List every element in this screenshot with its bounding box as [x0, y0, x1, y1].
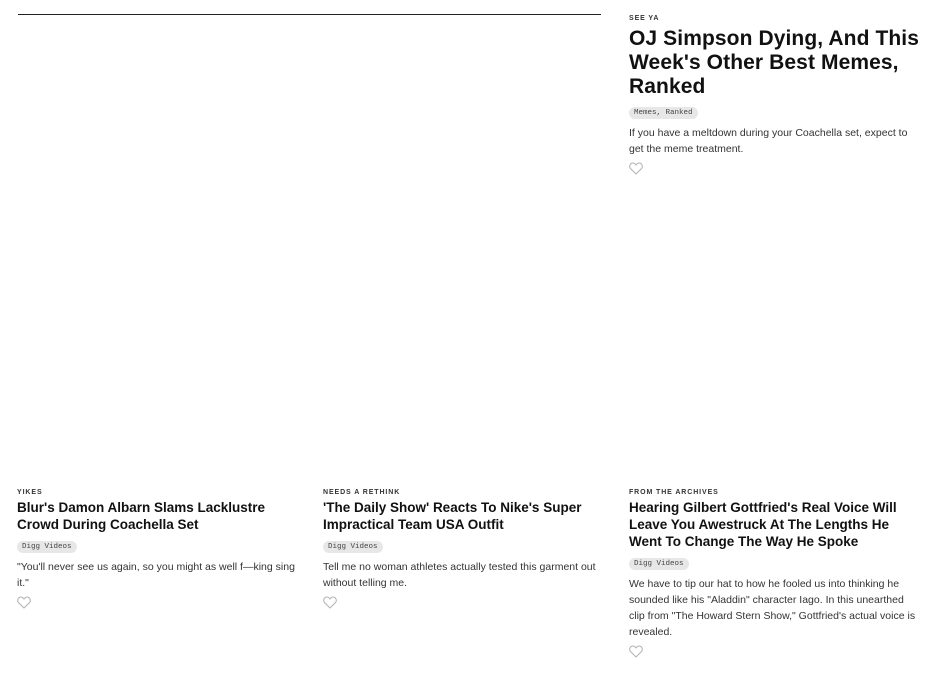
heart-outline-icon[interactable] [323, 596, 337, 609]
story-description: If you have a meltdown during your Coach… [629, 127, 908, 155]
story-description: We have to tip our hat to how he fooled … [629, 578, 916, 638]
heart-outline-icon[interactable] [17, 596, 31, 609]
story-card: NEEDS A RETHINK 'The Daily Show' Reacts … [323, 488, 608, 609]
story-description: "You'll never see us again, so you might… [17, 561, 295, 589]
story-headline-link[interactable]: Blur's Damon Albarn Slams Lacklustre Cro… [17, 499, 297, 533]
story-headline-link[interactable]: 'The Daily Show' Reacts To Nike's Super … [323, 499, 608, 533]
story-tag[interactable]: Digg Videos [629, 558, 689, 570]
story-description: Tell me no woman athletes actually teste… [323, 561, 596, 589]
featured-story-card: SEE YA OJ Simpson Dying, And This Week's… [629, 14, 919, 175]
story-headline-link[interactable]: OJ Simpson Dying, And This Week's Other … [629, 27, 919, 99]
story-kicker: FROM THE ARCHIVES [629, 489, 719, 496]
story-kicker: NEEDS A RETHINK [323, 489, 401, 496]
story-tag[interactable]: Digg Videos [17, 541, 77, 553]
heart-outline-icon[interactable] [629, 162, 643, 175]
story-tag[interactable]: Memes, Ranked [629, 107, 698, 119]
section-divider [18, 14, 601, 15]
story-card: FROM THE ARCHIVES Hearing Gilbert Gottfr… [629, 488, 919, 658]
story-kicker: SEE YA [629, 15, 660, 22]
story-headline-link[interactable]: Hearing Gilbert Gottfried's Real Voice W… [629, 499, 919, 550]
story-tag[interactable]: Digg Videos [323, 541, 383, 553]
story-card: YIKES Blur's Damon Albarn Slams Lacklust… [17, 488, 297, 609]
story-kicker: YIKES [17, 489, 43, 496]
heart-outline-icon[interactable] [629, 645, 643, 658]
